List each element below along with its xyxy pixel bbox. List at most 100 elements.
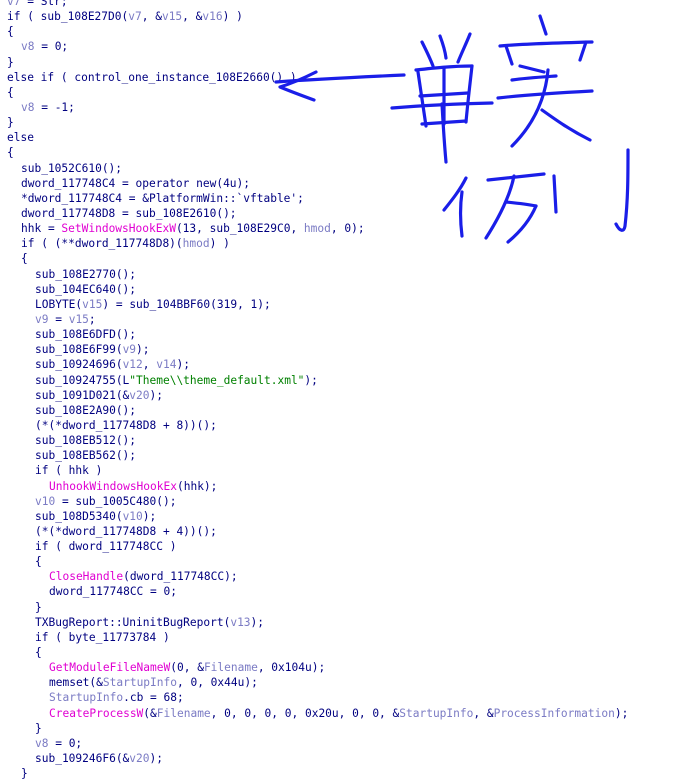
code-token: if ( dword_117748CC ) [35, 540, 177, 554]
code-token: (13, sub_108E29C0, [175, 222, 304, 236]
code-token: = 0; [48, 736, 83, 750]
code-token: = sub_1005C480(); [55, 494, 177, 508]
code-line: v7 = Str; [7, 0, 686, 9]
code-token: sub_108EB562(); [35, 449, 137, 463]
code-token: , [142, 358, 157, 372]
code-token: if ( sub_108E27D0( [7, 10, 129, 24]
code-token: (& [143, 706, 157, 720]
code-line: v9 = v15; [7, 312, 686, 327]
code-token: LOBYTE( [35, 297, 83, 311]
code-token: ) = sub_104BBF60(319, 1); [102, 297, 271, 311]
code-line: sub_108E6F99(v9); [7, 342, 686, 357]
code-token: (*(*dword_117748D8 + 4))(); [35, 524, 217, 538]
variable-token: v12 [122, 358, 143, 372]
code-token: } [21, 767, 28, 781]
code-token: TXBugReport::UninitBugReport( [35, 615, 231, 629]
code-token: else [7, 131, 34, 145]
code-line: sub_10924755(L"Theme\\theme_default.xml"… [7, 373, 686, 388]
code-token: ) ) [209, 237, 230, 251]
code-token: , & [141, 10, 162, 24]
variable-token: v20 [129, 752, 150, 766]
variable-token: v20 [129, 388, 150, 402]
variable-token: v8 [35, 736, 49, 750]
code-line: sub_10924696(v12, v14); [7, 357, 686, 372]
code-line: sub_108EB512(); [7, 433, 686, 448]
code-token: ); [176, 358, 190, 372]
code-line: { [7, 24, 686, 39]
code-token: *dword_117748C4 = &PlatformWin::`vftable… [21, 191, 304, 205]
code-line: sub_108E2770(); [7, 267, 686, 282]
variable-token: v9 [35, 312, 49, 326]
code-line: { [7, 554, 686, 569]
code-token: sub_1091D021(& [35, 388, 130, 402]
code-line: memset(&StartupInfo, 0, 0x44u); [7, 675, 686, 690]
code-token: ); [149, 752, 163, 766]
code-token: } [35, 600, 42, 614]
variable-token: v8 [21, 40, 35, 54]
code-token: sub_108D5340( [35, 509, 123, 523]
pseudocode-view: v7 = Str; if ( sub_108E27D0(v7, &v15, &v1… [7, 0, 686, 780]
code-token: memset(& [49, 676, 103, 690]
code-token: else if ( control_one_instance_108E2660(… [7, 70, 297, 84]
api-call-token: GetModuleFileNameW [49, 661, 171, 675]
code-line: { [7, 251, 686, 266]
code-line: dword_117748CC = 0; [7, 584, 686, 599]
code-line: v8 = 0; [7, 39, 686, 54]
code-token: , & [182, 10, 203, 24]
variable-token: Filename [203, 661, 258, 675]
variable-token: hmod [303, 222, 331, 236]
code-token: ); [149, 388, 163, 402]
code-token: (hhk); [176, 479, 218, 493]
variable-token: v7 [128, 10, 142, 24]
code-line: dword_117748D8 = sub_108E2610(); [7, 206, 686, 221]
code-line: } [7, 766, 686, 781]
code-token: dword_117748D8 = sub_108E2610(); [21, 206, 237, 220]
code-line: (*(*dword_117748D8 + 4))(); [7, 524, 686, 539]
code-line: if ( byte_11773784 ) [7, 630, 686, 645]
code-token: if ( byte_11773784 ) [35, 630, 170, 644]
variable-token: Filename [156, 706, 211, 720]
code-token: = Str; [20, 0, 68, 8]
code-token: ); [614, 706, 629, 720]
code-token: sub_109246F6(& [35, 752, 130, 766]
code-token: if ( hhk ) [35, 464, 103, 478]
code-token: , & [473, 706, 494, 720]
variable-token: v8 [21, 100, 35, 114]
code-line: { [7, 145, 686, 160]
api-call-token: CreateProcessW [49, 706, 144, 720]
code-token: ); [142, 509, 157, 523]
code-line: TXBugReport::UninitBugReport(v13); [7, 615, 686, 630]
code-token: sub_1052C610(); [21, 161, 123, 175]
code-line: v10 = sub_1005C480(); [7, 494, 686, 509]
code-token: sub_108EB512(); [35, 434, 137, 448]
code-line: UnhookWindowsHookEx(hhk); [7, 479, 686, 494]
code-line: GetModuleFileNameW(0, &Filename, 0x104u)… [7, 660, 686, 675]
code-line: sub_108E6DFD(); [7, 327, 686, 342]
code-token: ); [304, 373, 318, 387]
variable-token: v15 [82, 297, 103, 311]
code-token: sub_108E2A90(); [35, 403, 137, 417]
code-token: = [48, 312, 69, 326]
code-line: } [7, 600, 686, 615]
code-token: } [35, 721, 42, 735]
code-line: v8 = -1; [7, 100, 686, 115]
variable-token: v9 [122, 343, 137, 357]
code-token: , 0x104u); [257, 661, 326, 675]
variable-token: hmod [182, 237, 210, 251]
code-token: ); [250, 615, 265, 629]
code-token: = -1; [34, 100, 75, 114]
code-token: { [35, 555, 42, 569]
code-line: { [7, 85, 686, 100]
code-line: else if ( control_one_instance_108E2660(… [7, 70, 686, 85]
api-call-token: CloseHandle [49, 570, 124, 584]
code-line: if ( dword_117748CC ) [7, 539, 686, 554]
code-token: sub_10924755(L [35, 373, 130, 387]
code-token: dword_117748C4 = operator new(4u); [21, 176, 251, 190]
variable-token: StartupInfo [399, 706, 474, 720]
code-line: } [7, 55, 686, 70]
code-line: v8 = 0; [7, 736, 686, 751]
code-line: hhk = SetWindowsHookExW(13, sub_108E29C0… [7, 221, 686, 236]
code-line: if ( (**dword_117748D8)(hmod) ) [7, 236, 686, 251]
code-token: (*(*dword_117748D8 + 8))(); [35, 418, 217, 432]
variable-token: v14 [156, 358, 177, 372]
